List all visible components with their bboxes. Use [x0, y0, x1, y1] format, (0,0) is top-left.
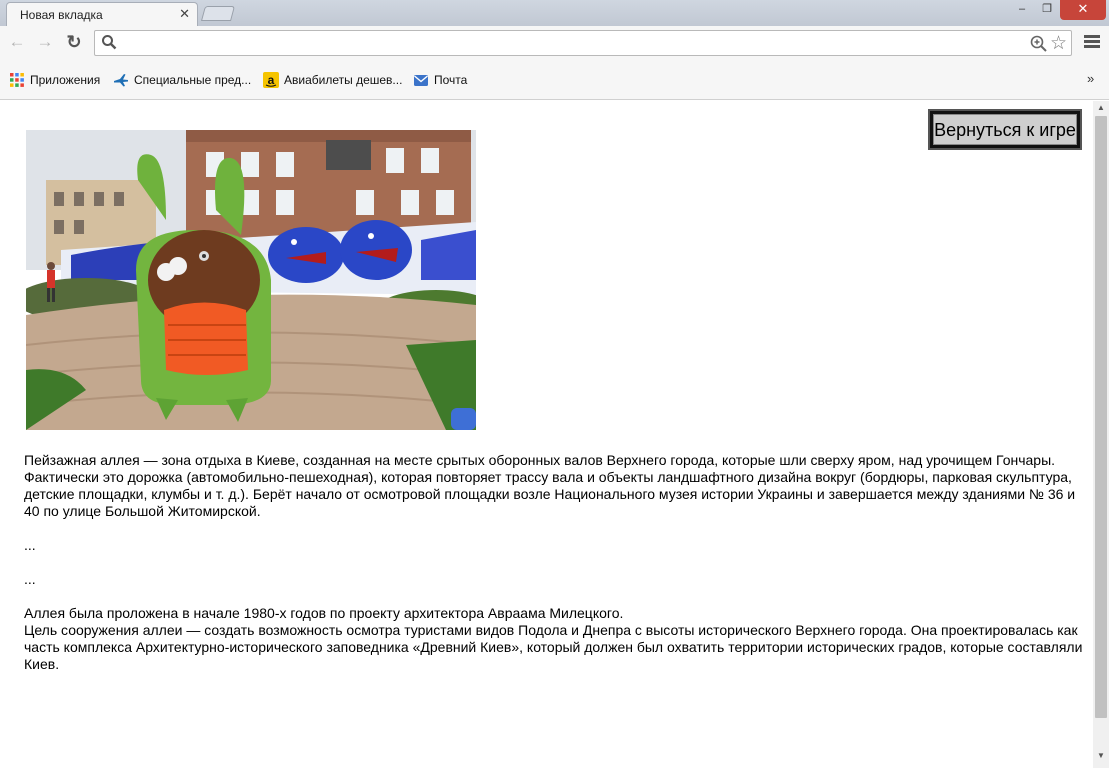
tab-close-icon[interactable]: ✕ — [179, 6, 190, 22]
search-icon — [102, 35, 117, 50]
apps-grid-icon — [10, 73, 24, 87]
mail-icon — [414, 75, 428, 86]
close-window-button[interactable]: ✕ — [1060, 0, 1106, 20]
park-sculpture-photo — [26, 130, 476, 430]
bookmark-label: Авиабилеты дешев... — [284, 73, 403, 87]
back-icon[interactable]: ← — [6, 31, 28, 53]
bookmark-label: Приложения — [30, 73, 101, 87]
bookmark-label: Специальные пред... — [134, 73, 252, 87]
bookmark-flights[interactable]: a Авиабилеты дешев... — [263, 72, 402, 90]
bookmark-mail[interactable]: Почта — [413, 72, 467, 90]
bookmark-star-icon[interactable]: ☆ — [1050, 32, 1067, 55]
scroll-down-arrow-icon[interactable]: ▼ — [1093, 751, 1109, 763]
svg-text:a: a — [268, 73, 275, 87]
return-to-game-button[interactable]: Вернуться к игре — [928, 109, 1082, 150]
return-to-game-label: Вернуться к игре — [933, 114, 1077, 145]
minimize-button[interactable]: – — [1010, 0, 1034, 20]
bookmarks-bar: Приложения Специальные пред... a Авиабил… — [0, 60, 1109, 100]
new-tab-button[interactable] — [200, 6, 236, 21]
article-ellipsis: ... — [24, 537, 36, 553]
title-bar: Новая вкладка ✕ – ❐ ✕ — [0, 0, 1109, 28]
reload-icon[interactable]: ↻ — [63, 31, 85, 53]
zoom-icon[interactable] — [1030, 35, 1047, 52]
bookmark-label: Почта — [434, 73, 468, 87]
article-ellipsis: ... — [24, 571, 36, 587]
article-paragraph: Аллея была проложена в начале 1980-х год… — [24, 605, 624, 621]
plane-icon — [114, 74, 128, 87]
chrome-menu-icon[interactable] — [1084, 35, 1100, 49]
tab-new-tab[interactable]: Новая вкладка ✕ — [6, 2, 198, 28]
address-bar[interactable]: ☆ — [94, 30, 1072, 56]
scrollbar-thumb[interactable] — [1095, 116, 1107, 718]
article-body: Пейзажная аллея — зона отдыха в Киеве, с… — [24, 452, 1088, 690]
address-input[interactable] — [123, 33, 1023, 53]
article-paragraph: Пейзажная аллея — зона отдыха в Киеве, с… — [24, 452, 1076, 519]
bookmark-special-offers[interactable]: Специальные пред... — [113, 72, 251, 90]
bookmark-apps[interactable]: Приложения — [9, 72, 100, 90]
maximize-button[interactable]: ❐ — [1034, 0, 1060, 20]
browser-toolbar: ← → ↻ ☆ — [0, 26, 1109, 60]
more-bookmarks-button[interactable]: » — [1087, 71, 1094, 86]
vertical-scrollbar[interactable]: ▲ ▼ — [1093, 101, 1109, 768]
article-paragraph: Цель сооружения аллеи — создать возможно… — [24, 622, 1083, 672]
tab-title: Новая вкладка — [20, 8, 103, 22]
forward-icon[interactable]: → — [34, 31, 56, 53]
page-viewport: Вернуться к игре Пейзажная аллея — зона … — [0, 101, 1109, 768]
scroll-up-arrow-icon[interactable]: ▲ — [1093, 103, 1109, 115]
amazon-icon: a — [263, 72, 279, 88]
